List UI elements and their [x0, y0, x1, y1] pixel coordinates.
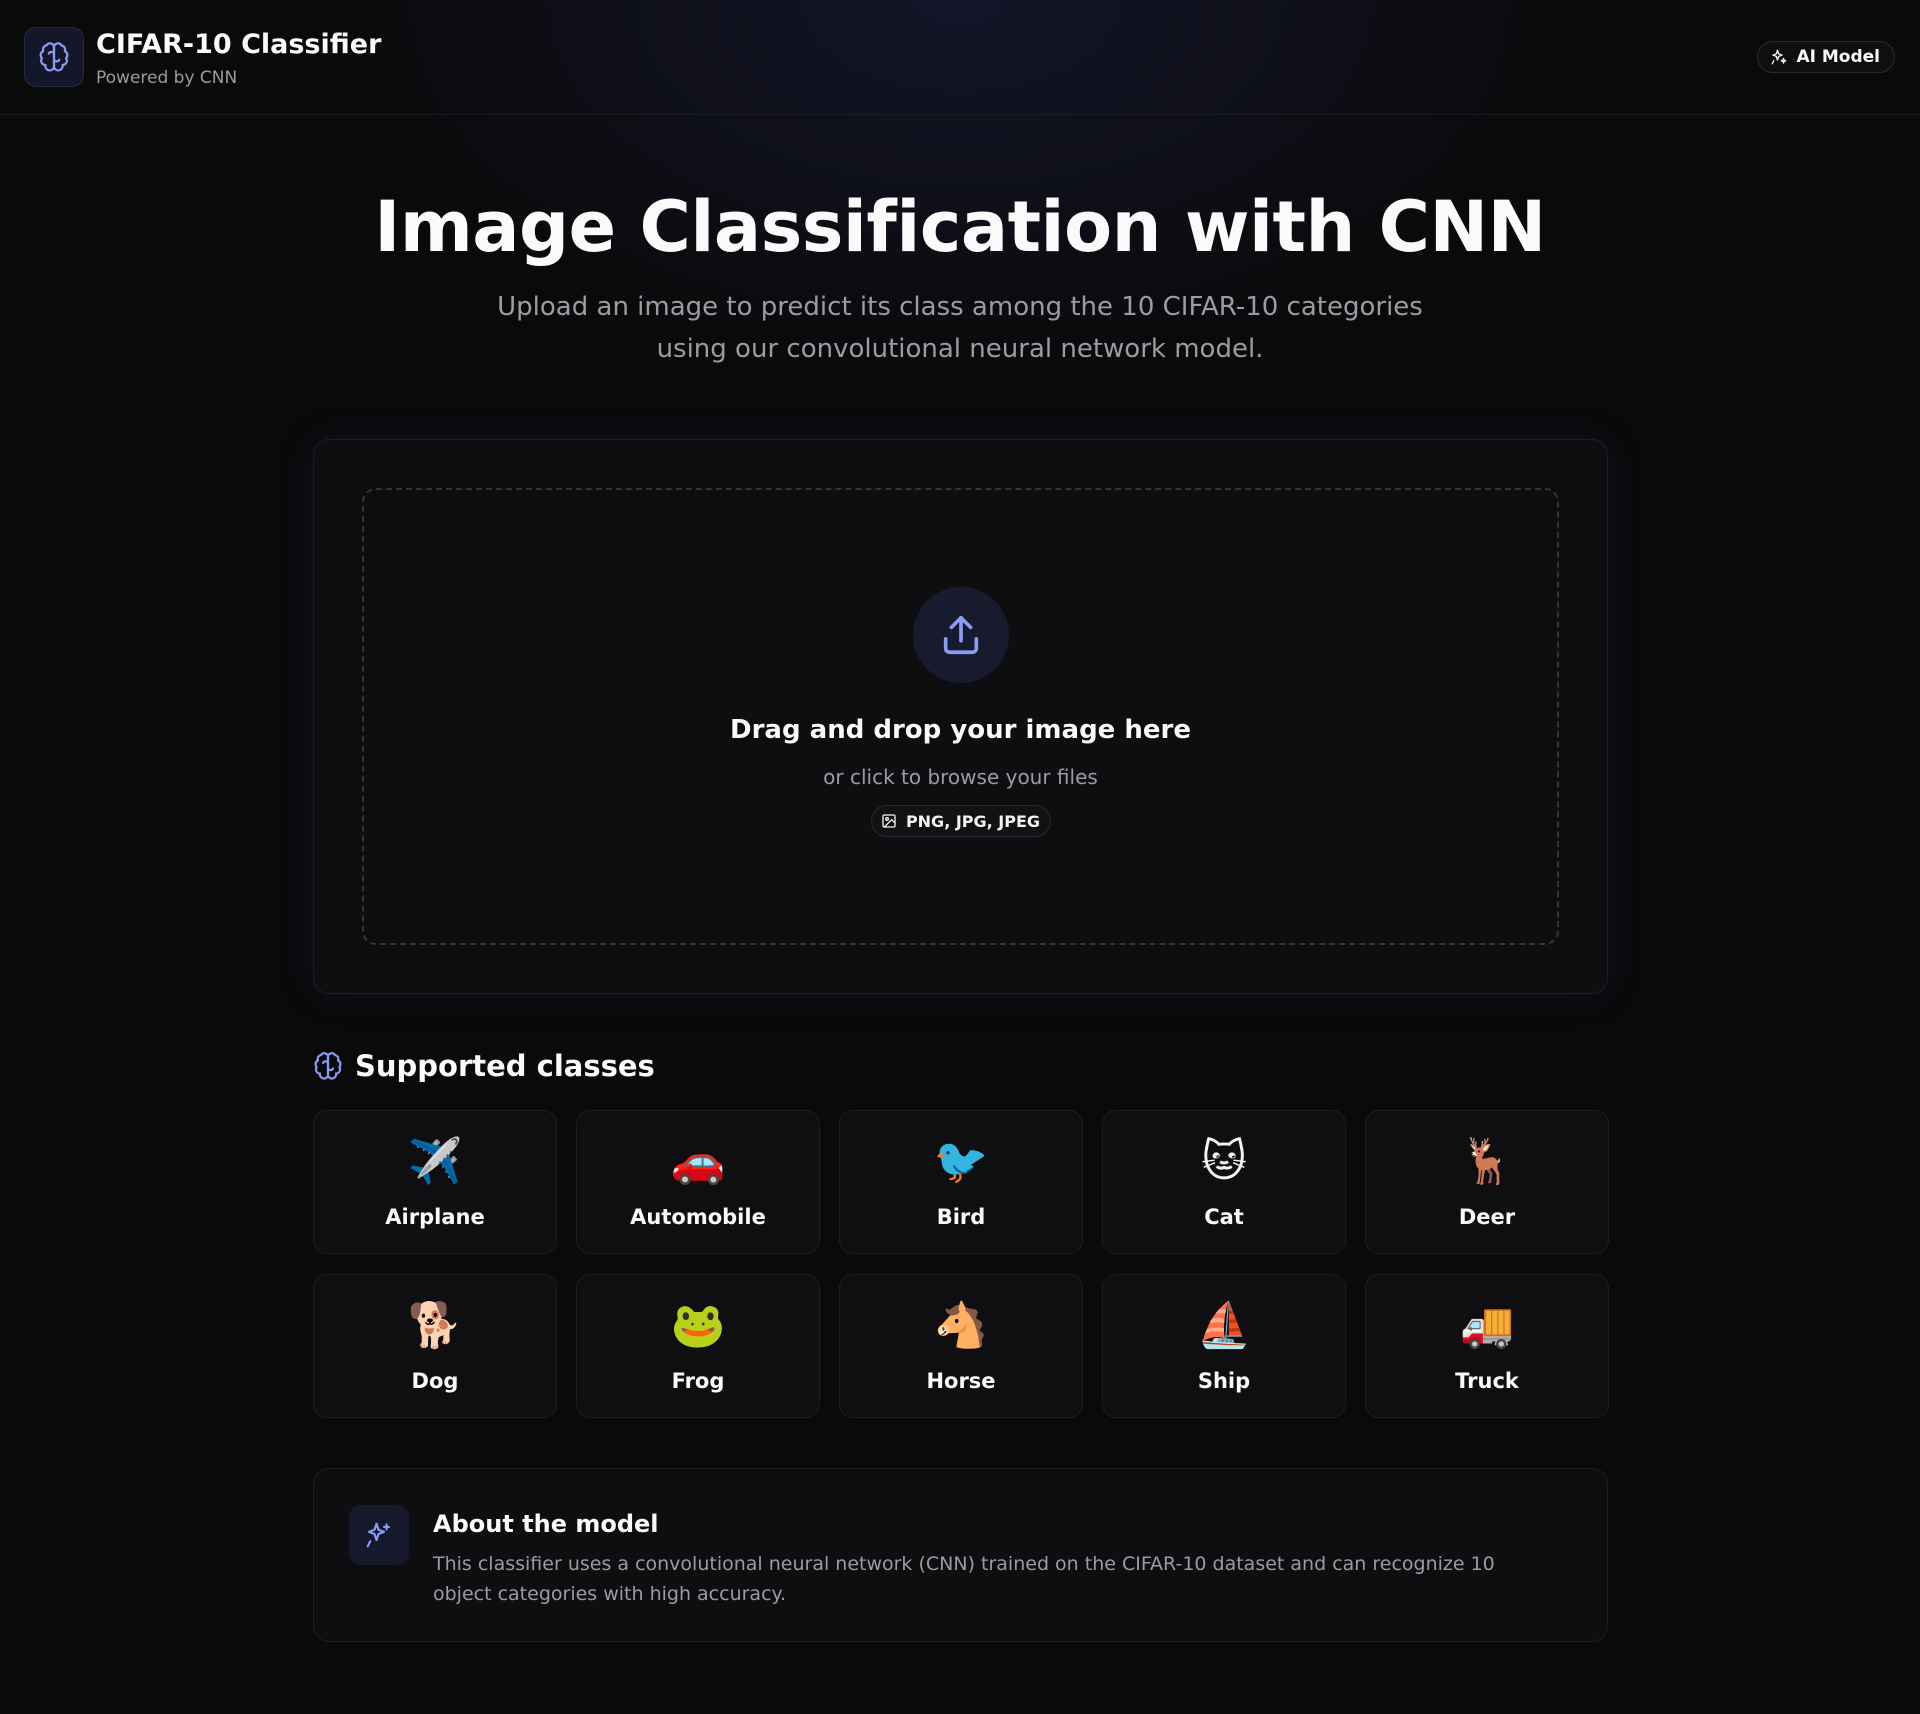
sparkles-icon — [1772, 49, 1787, 65]
about-icon-box — [349, 1505, 409, 1565]
class-label: Bird — [936, 1205, 986, 1229]
accepted-formats-label: PNG, JPG, JPEG — [905, 811, 1041, 831]
brain-icon — [314, 1052, 342, 1080]
class-card-automobile[interactable]: 🚗 Automobile — [576, 1110, 820, 1254]
class-card-frog[interactable]: 🐸 Frog — [576, 1274, 820, 1418]
top-bar: CIFAR-10 Classifier Powered by CNN AI Mo… — [0, 0, 1920, 115]
brand-logo[interactable] — [24, 27, 84, 87]
truck-icon: 🚚 — [1459, 1300, 1515, 1351]
class-label: Deer — [1458, 1205, 1516, 1229]
frog-icon: 🐸 — [670, 1300, 726, 1351]
upload-card: Drag and drop your image here or click t… — [313, 439, 1608, 994]
airplane-icon: ✈️ — [407, 1136, 463, 1187]
image-icon — [882, 814, 896, 828]
dropzone-subtitle: or click to browse your files — [823, 765, 1098, 789]
class-card-truck[interactable]: 🚚 Truck — [1365, 1274, 1609, 1418]
ship-icon: ⛵ — [1196, 1300, 1252, 1351]
app-subtitle: Powered by CNN — [96, 68, 238, 88]
page-subtitle: Upload an image to predict its class amo… — [497, 292, 1423, 364]
deer-icon: 🦌 — [1459, 1136, 1515, 1187]
about-description: This classifier uses a convolutional neu… — [433, 1553, 1495, 1605]
class-grid: ✈️ Airplane 🚗 Automobile 🐦 Bird 🐱 Cat 🦌 … — [313, 1110, 1609, 1418]
class-label: Ship — [1197, 1369, 1251, 1393]
class-card-deer[interactable]: 🦌 Deer — [1365, 1110, 1609, 1254]
accepted-formats-badge: PNG, JPG, JPEG — [870, 805, 1051, 837]
class-label: Horse — [926, 1369, 996, 1393]
dropzone-title: Drag and drop your image here — [730, 715, 1191, 745]
class-label: Dog — [411, 1369, 459, 1393]
app-title: CIFAR-10 Classifier — [96, 29, 382, 60]
class-card-cat[interactable]: 🐱 Cat — [1102, 1110, 1346, 1254]
image-dropzone[interactable]: Drag and drop your image here or click t… — [362, 488, 1559, 945]
supported-classes-heading: Supported classes — [313, 1046, 655, 1086]
upload-icon — [943, 615, 979, 655]
class-card-airplane[interactable]: ✈️ Airplane — [313, 1110, 557, 1254]
class-label: Cat — [1204, 1205, 1244, 1229]
class-card-bird[interactable]: 🐦 Bird — [839, 1110, 1083, 1254]
upload-icon-circle — [913, 587, 1009, 683]
car-icon: 🚗 — [670, 1136, 726, 1187]
horse-icon: 🐴 — [933, 1300, 989, 1351]
class-label: Truck — [1455, 1369, 1519, 1393]
class-label: Frog — [671, 1369, 725, 1393]
class-card-ship[interactable]: ⛵ Ship — [1102, 1274, 1346, 1418]
bird-icon: 🐦 — [933, 1136, 989, 1187]
brain-icon — [39, 42, 69, 72]
about-title: About the model — [433, 1510, 659, 1538]
cat-icon: 🐱 — [1201, 1136, 1247, 1187]
page-title: Image Classification with CNN — [374, 186, 1546, 268]
class-card-dog[interactable]: 🐕 Dog — [313, 1274, 557, 1418]
about-model-card: About the model This classifier uses a c… — [313, 1468, 1608, 1642]
ai-model-badge[interactable]: AI Model — [1757, 41, 1895, 73]
sparkles-icon — [366, 1522, 391, 1548]
class-label: Automobile — [630, 1205, 766, 1229]
class-card-horse[interactable]: 🐴 Horse — [839, 1274, 1083, 1418]
supported-classes-title: Supported classes — [355, 1049, 655, 1083]
dog-icon: 🐕 — [407, 1300, 463, 1351]
class-label: Airplane — [385, 1205, 485, 1229]
ai-model-badge-label: AI Model — [1796, 47, 1880, 67]
